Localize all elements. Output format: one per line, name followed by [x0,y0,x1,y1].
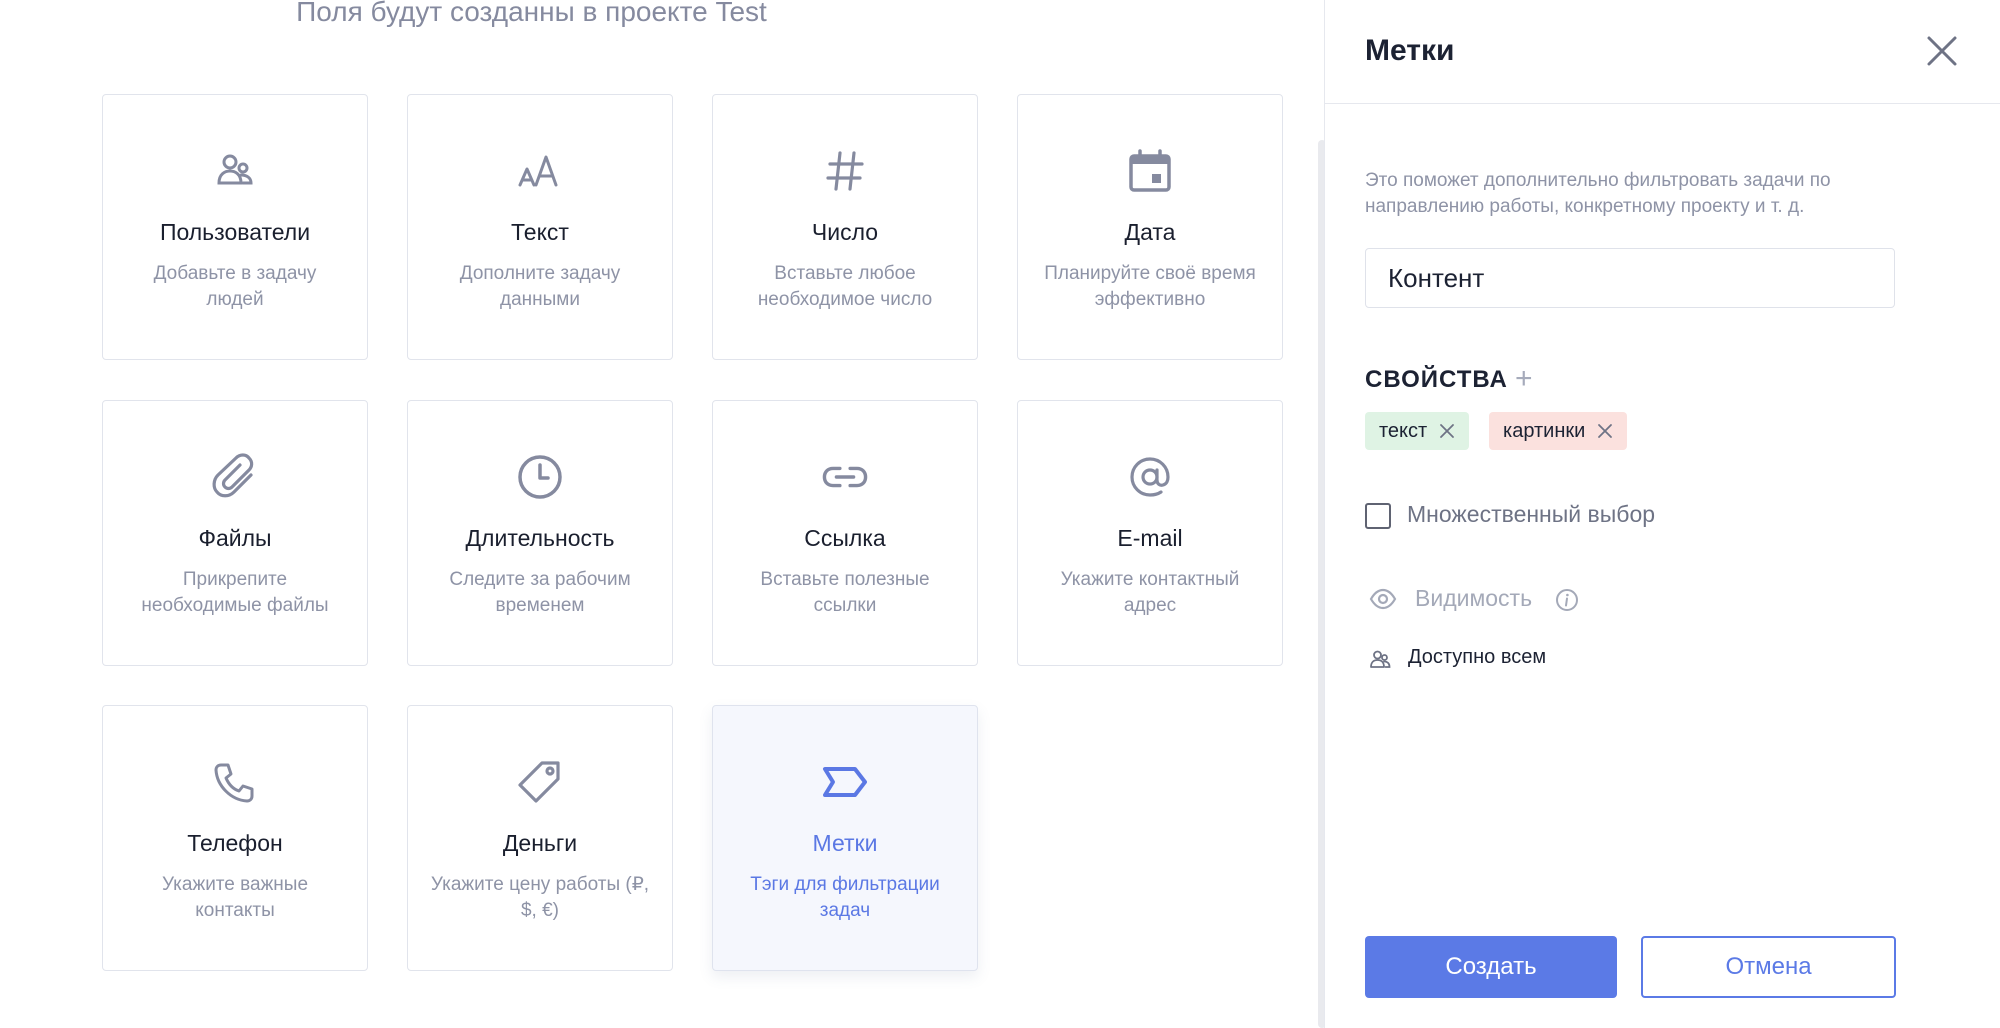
hash-icon [713,147,977,197]
panel-hint: Это поможет дополнительно фильтровать за… [1365,170,1831,217]
link-icon [713,453,977,503]
card-title: Файлы [198,525,272,551]
page-subtitle: Поля будут созданны в проекте Test [296,0,767,27]
card-title: Ссылка [804,525,886,551]
card-description: Тэги для фильтрации задач [750,874,940,921]
card-title: Пользователи [159,219,311,245]
multiple-choice-checkbox[interactable] [1365,503,1391,529]
card-description: Планируйте своё время эффективно [1044,263,1256,310]
card-description: Прикрепите необходимые файлы [141,569,329,616]
card-title: Число [811,219,879,245]
create-button[interactable]: Создать [1365,936,1617,998]
cancel-button[interactable]: Отмена [1641,936,1896,998]
remove-tag-icon[interactable] [1597,423,1613,439]
card-description: Укажите важные контакты [161,874,309,921]
field-type-picker: Поля будут созданны в проекте Test Польз… [0,0,1318,1028]
multiple-choice-label[interactable]: Множественный выбор [1407,501,1655,528]
text-icon [408,147,672,197]
property-tag: текст [1365,412,1470,450]
add-property-button[interactable]: + [1515,364,1533,394]
tag-label: картинки [1503,419,1586,442]
card-description: Укажите контактный адрес [1060,569,1240,616]
label-tag-icon [713,758,977,808]
field-type-card-labels[interactable]: Метки Тэги для фильтрации задач [712,705,978,971]
price-tag-icon [408,758,672,808]
card-description: Дополните задачу данными [459,263,621,310]
field-type-card-email[interactable]: E-mail Укажите контактный адрес [1017,400,1283,666]
property-tag: картинки [1489,412,1628,450]
field-settings-panel: Метки Это поможет дополнительно фильтров… [1324,0,2000,1028]
remove-tag-icon[interactable] [1439,423,1455,439]
info-icon[interactable] [1555,588,1579,612]
card-title: Метки [812,830,878,856]
users-icon [1370,650,1391,668]
users-icon [103,147,367,197]
field-type-card-text[interactable]: Текст Дополните задачу данными [407,94,673,360]
field-type-card-duration[interactable]: Длительность Следите за рабочим временем [407,400,673,666]
field-type-card-date[interactable]: Дата Планируйте своё время эффективно [1017,94,1283,360]
card-description: Вставьте любое необходимое число [757,263,933,310]
card-title: Дата [1124,219,1176,245]
field-type-card-link[interactable]: Ссылка Вставьте полезные ссылки [712,400,978,666]
field-type-card-users[interactable]: Пользователи Добавьте в задачу людей [102,94,368,360]
eye-icon [1369,588,1397,610]
card-description: Вставьте полезные ссылки [760,569,930,616]
field-type-card-number[interactable]: Число Вставьте любое необходимое число [712,94,978,360]
paperclip-icon [103,453,367,503]
clock-icon [408,453,672,503]
calendar-icon [1018,147,1282,197]
close-icon[interactable] [1923,32,1961,70]
panel-title: Метки [1365,34,1455,67]
card-description: Добавьте в задачу людей [153,263,317,310]
properties-heading: СВОЙСТВА [1365,366,1508,393]
card-title: Деньги [502,830,578,856]
at-icon [1018,453,1282,503]
card-title: E-mail [1117,525,1183,551]
panel-header: Метки [1325,0,2000,104]
field-name-input[interactable] [1365,248,1895,308]
access-label[interactable]: Доступно всем [1408,646,1546,669]
card-title: Телефон [187,830,283,856]
field-type-card-phone[interactable]: Телефон Укажите важные контакты [102,705,368,971]
field-type-card-money[interactable]: Деньги Укажите цену работы (₽, $, €) [407,705,673,971]
card-title: Длительность [465,525,615,551]
field-type-card-files[interactable]: Файлы Прикрепите необходимые файлы [102,400,368,666]
card-description: Укажите цену работы (₽, $, €) [430,874,650,921]
card-title: Текст [511,219,569,245]
phone-icon [103,758,367,808]
card-description: Следите за рабочим временем [449,569,631,616]
visibility-label: Видимость [1415,585,1533,611]
tag-label: текст [1379,419,1428,442]
